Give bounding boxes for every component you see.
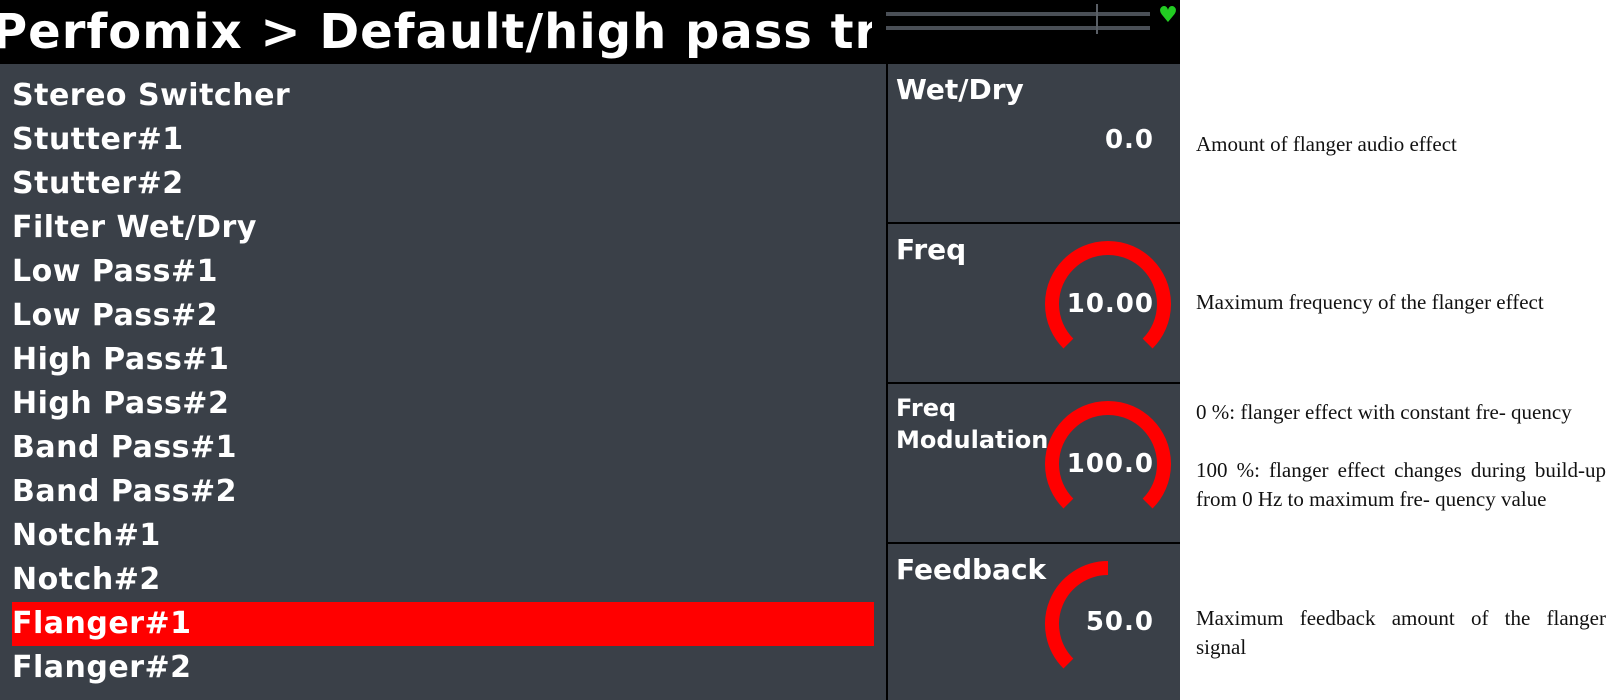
effect-list[interactable]: Stereo Switcher Stutter#1 Stutter#2 Filt… xyxy=(0,64,886,700)
param-feedback[interactable]: Feedback 50.0 xyxy=(888,544,1180,700)
param-value: 0.0 xyxy=(1104,125,1154,155)
level-meter-right xyxy=(886,26,1150,30)
level-meters xyxy=(886,4,1150,44)
list-item[interactable]: Low Pass#1 xyxy=(12,250,874,294)
list-item[interactable]: Stutter#2 xyxy=(12,162,874,206)
param-value: 50.0 xyxy=(1085,607,1154,637)
list-item[interactable]: High Pass#2 xyxy=(12,382,874,426)
description-freq-modulation-max: 100 %: flanger effect changes during bui… xyxy=(1196,458,1606,511)
heart-icon: ♥ xyxy=(1158,3,1178,28)
param-value: 10.00 xyxy=(1066,289,1154,319)
list-item[interactable]: Flanger#2 xyxy=(12,646,874,690)
list-item[interactable]: Stereo Switcher xyxy=(12,74,874,118)
param-wet-dry[interactable]: Wet/Dry 0.0 xyxy=(888,64,1180,224)
param-freq-modulation[interactable]: Freq Modulation 100.0 xyxy=(888,384,1180,544)
description-wet-dry: Amount of flanger audio effect xyxy=(1196,132,1457,156)
level-meter-marker xyxy=(1096,4,1098,34)
list-item[interactable]: Low Pass#2 xyxy=(12,294,874,338)
list-item[interactable]: Filter Wet/Dry xyxy=(12,206,874,250)
description-freq: Maximum frequency of the flanger effect xyxy=(1196,290,1544,314)
list-item[interactable]: Notch#1 xyxy=(12,514,874,558)
param-value: 100.0 xyxy=(1066,449,1154,479)
title-bar: Perfomix > Default/high pass tran ♥ xyxy=(0,0,1180,64)
level-meter-left xyxy=(886,12,1150,16)
page-title: Perfomix > Default/high pass tran xyxy=(0,4,872,60)
parameter-panel: Wet/Dry 0.0 Freq 10.00 Freq Modulation 1… xyxy=(886,64,1180,700)
list-item[interactable]: High Pass#1 xyxy=(12,338,874,382)
list-item[interactable]: Stutter#1 xyxy=(12,118,874,162)
device-screen: Perfomix > Default/high pass tran ♥ Ster… xyxy=(0,0,1180,700)
list-item[interactable]: Band Pass#2 xyxy=(12,470,874,514)
list-item[interactable]: Notch#2 xyxy=(12,558,874,602)
description-feedback: Maximum feedback amount of the flanger s… xyxy=(1196,606,1606,659)
list-item-selected[interactable]: Flanger#1 xyxy=(12,602,874,646)
description-freq-modulation-min: 0 %: flanger effect with constant fre- q… xyxy=(1196,400,1572,424)
list-item[interactable]: Band Pass#1 xyxy=(12,426,874,470)
param-label: Wet/Dry xyxy=(896,73,1024,106)
param-freq[interactable]: Freq 10.00 xyxy=(888,224,1180,384)
